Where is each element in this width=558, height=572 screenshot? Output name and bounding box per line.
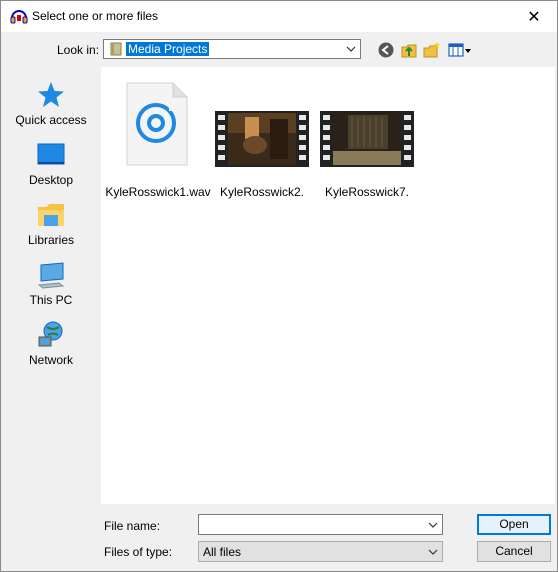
window-title: Select one or more files — [32, 9, 159, 23]
video-thumbnail-icon — [215, 111, 309, 167]
file-name: KyleRosswick2. — [219, 185, 305, 199]
up-folder-icon[interactable] — [400, 41, 418, 59]
files-of-type-select[interactable]: All files — [198, 541, 443, 562]
title-bar[interactable]: Select one or more files ✕ — [1, 1, 557, 32]
file-name-combo[interactable] — [198, 514, 443, 535]
look-in-label: Look in: — [57, 43, 100, 57]
audacity-headphones-icon — [10, 10, 28, 24]
place-label: Quick access — [15, 113, 87, 127]
place-this-pc[interactable]: This PC — [5, 251, 97, 311]
cancel-button[interactable]: Cancel — [477, 541, 551, 562]
files-of-type-value: All files — [203, 545, 242, 559]
close-button[interactable]: ✕ — [511, 1, 557, 32]
open-button[interactable]: Open — [477, 514, 551, 535]
file-name: KyleRosswick7. — [324, 185, 410, 199]
chevron-down-icon[interactable] — [345, 42, 357, 56]
video-thumbnail-icon — [320, 111, 414, 167]
close-icon: ✕ — [527, 8, 541, 26]
place-quick-access[interactable]: Quick access — [5, 71, 97, 131]
desktop-icon — [37, 143, 65, 165]
file-open-dialog: Select one or more files ✕ Look in: Medi… — [0, 0, 558, 572]
place-label: Desktop — [28, 173, 74, 187]
chevron-down-icon[interactable] — [427, 545, 439, 559]
place-desktop[interactable]: Desktop — [5, 131, 97, 191]
quick-access-star-icon — [38, 82, 64, 107]
file-name: KyleRosswick1.wav — [105, 185, 211, 199]
this-pc-icon — [37, 262, 65, 289]
place-network[interactable]: Network — [5, 311, 97, 371]
look-in-dropdown[interactable]: Media Projects — [103, 39, 361, 59]
folder-icon — [110, 42, 122, 56]
look-in-value: Media Projects — [126, 42, 210, 56]
audio-file-icon — [126, 82, 188, 166]
file-list[interactable]: KyleRosswick1.wav KyleRosswick2. KyleRos… — [101, 67, 555, 504]
places-bar: Quick access Desktop Libraries This PC N… — [5, 67, 97, 564]
place-label: This PC — [29, 293, 73, 307]
back-icon[interactable] — [377, 41, 395, 59]
place-label: Libraries — [27, 233, 75, 247]
new-folder-icon[interactable] — [423, 41, 441, 59]
chevron-down-icon[interactable] — [427, 518, 439, 532]
files-of-type-label: Files of type: — [104, 545, 173, 559]
place-label: Network — [28, 353, 73, 367]
network-icon — [38, 321, 63, 347]
place-libraries[interactable]: Libraries — [5, 191, 97, 251]
view-menu-icon[interactable] — [448, 41, 472, 59]
libraries-icon — [38, 204, 64, 226]
file-name-label: File name: — [104, 519, 161, 533]
